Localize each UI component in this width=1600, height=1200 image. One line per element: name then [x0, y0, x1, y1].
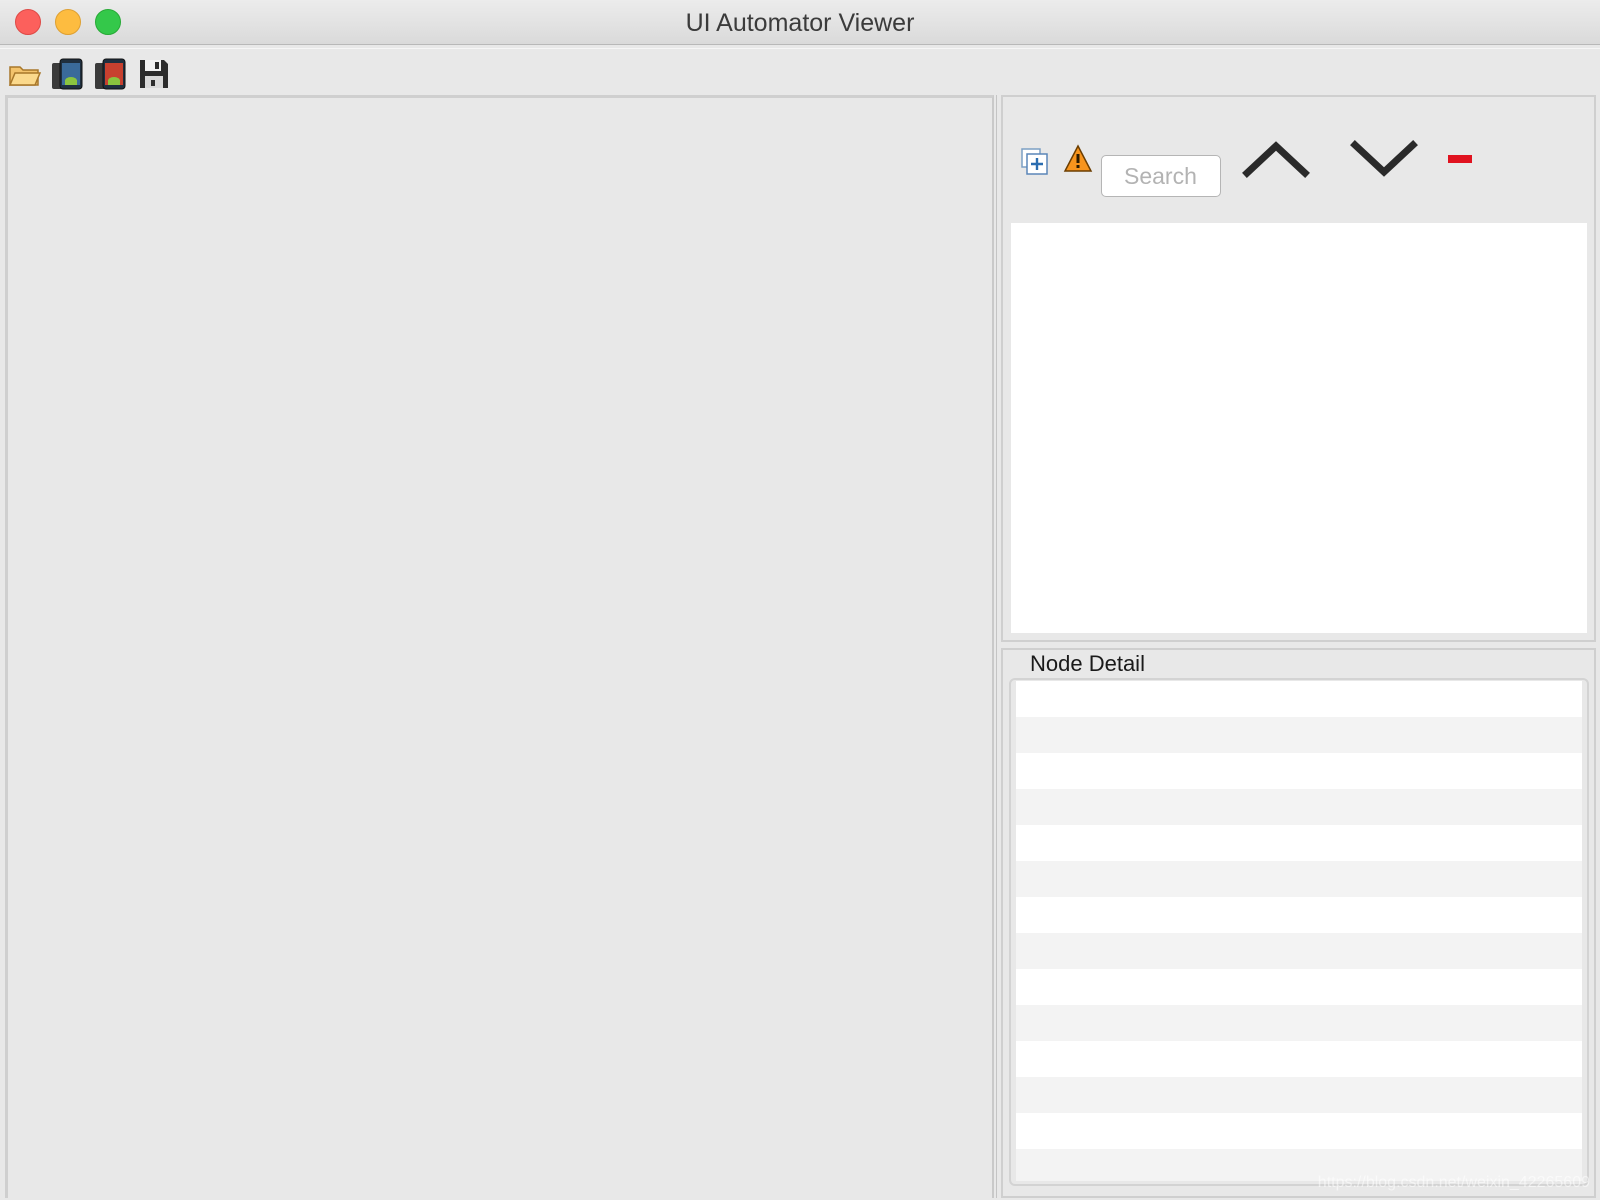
- search-input[interactable]: [1101, 155, 1221, 197]
- warning-icon: [1063, 144, 1093, 172]
- table-row[interactable]: [1016, 789, 1582, 825]
- title-bar[interactable]: UI Automator Viewer: [0, 0, 1600, 45]
- next-match-button[interactable]: [1350, 138, 1418, 180]
- main-toolbar: [0, 48, 1600, 95]
- table-row[interactable]: [1016, 1077, 1582, 1113]
- open-button[interactable]: [8, 57, 42, 91]
- table-row[interactable]: [1016, 681, 1582, 717]
- device-screenshot-button[interactable]: [50, 57, 84, 91]
- clear-search-button[interactable]: [1446, 150, 1474, 168]
- expand-all-button[interactable]: [1020, 147, 1050, 177]
- device-screenshot-compressed-icon: [95, 58, 126, 90]
- device-screenshot-icon: [52, 58, 83, 90]
- screenshot-canvas[interactable]: [5, 95, 994, 1198]
- table-row[interactable]: [1016, 933, 1582, 969]
- minus-icon: [1448, 155, 1472, 163]
- previous-match-button[interactable]: [1242, 138, 1310, 180]
- table-row[interactable]: [1016, 1041, 1582, 1077]
- save-button[interactable]: [137, 57, 171, 91]
- table-row[interactable]: [1016, 897, 1582, 933]
- chevron-up-icon: [1242, 141, 1310, 178]
- table-row[interactable]: [1016, 861, 1582, 897]
- toggle-nafs-button[interactable]: [1063, 144, 1093, 174]
- watermark: https://blog.csdn.net/weixin_42265609: [1317, 1174, 1590, 1191]
- save-icon: [140, 60, 168, 88]
- chevron-down-icon: [1350, 140, 1418, 177]
- table-row[interactable]: [1016, 753, 1582, 789]
- window-title: UI Automator Viewer: [685, 9, 915, 37]
- table-row[interactable]: [1016, 1113, 1582, 1149]
- open-folder-icon: [8, 66, 42, 86]
- vertical-sash[interactable]: [996, 95, 997, 1198]
- table-row[interactable]: [1016, 717, 1582, 753]
- table-row[interactable]: [1016, 1005, 1582, 1041]
- hierarchy-tree[interactable]: [1011, 223, 1587, 633]
- app-window: UI Automator Viewer Search Node Detail h…: [0, 0, 1600, 1200]
- expand-all-icon: [1021, 148, 1048, 175]
- table-row[interactable]: [1016, 969, 1582, 1005]
- node-detail-table[interactable]: [1016, 681, 1582, 1181]
- node-detail-title: Node Detail: [1028, 651, 1147, 677]
- device-screenshot-compressed-button[interactable]: [93, 57, 127, 91]
- table-row[interactable]: [1016, 825, 1582, 861]
